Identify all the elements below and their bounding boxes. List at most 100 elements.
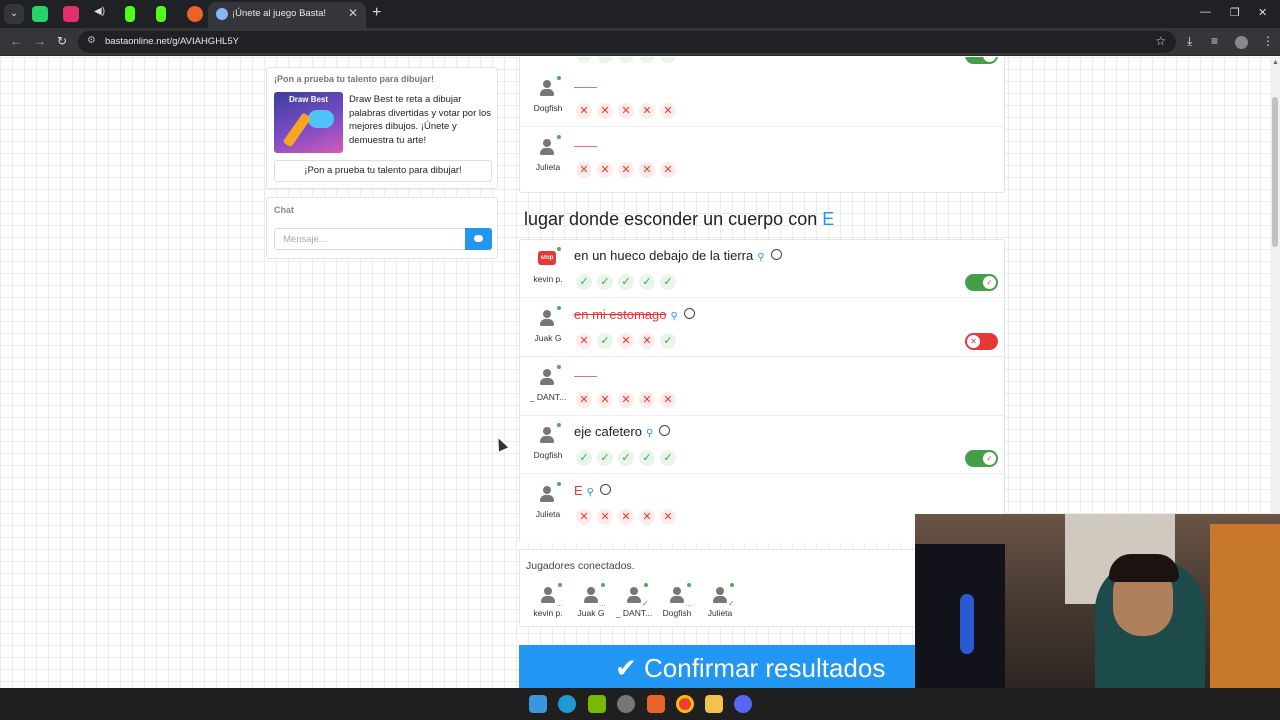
close-window-icon[interactable]: ✕: [1258, 6, 1267, 19]
search-icon[interactable]: ⚲: [587, 487, 594, 498]
kick-tab-icon-2[interactable]: [156, 6, 166, 22]
file-explorer-icon[interactable]: [705, 695, 723, 713]
valid-toggle[interactable]: ✕: [965, 333, 998, 350]
vote-no-icon[interactable]: ✕: [639, 103, 655, 119]
chat-message-input[interactable]: Mensaje...: [274, 228, 466, 250]
vote-ok-icon[interactable]: ✓: [660, 450, 676, 466]
scrollbar-thumb[interactable]: [1272, 97, 1278, 247]
windows-start-icon[interactable]: [529, 695, 547, 713]
vote-no-icon[interactable]: ✕: [660, 509, 676, 525]
vote-no-icon[interactable]: ✕: [618, 103, 634, 119]
vote-ok-icon[interactable]: ✓: [660, 274, 676, 290]
new-tab-button[interactable]: +: [372, 4, 381, 22]
kick-tab-icon[interactable]: [125, 6, 135, 22]
scroll-up-icon[interactable]: ▲: [1272, 59, 1279, 66]
vote-ok-icon[interactable]: ✓: [597, 333, 613, 349]
valid-toggle[interactable]: ✓: [965, 57, 998, 64]
profile-avatar-icon[interactable]: [1235, 36, 1248, 49]
valid-toggle[interactable]: ✓: [965, 274, 998, 291]
confirm-results-button[interactable]: ✔ Confirmar resultados: [519, 645, 919, 688]
bookmark-star-icon[interactable]: ☆: [1155, 34, 1166, 48]
edge-icon[interactable]: [558, 695, 576, 713]
avatar: stop: [536, 247, 561, 270]
vote-no-icon[interactable]: ✕: [660, 103, 676, 119]
vote-no-icon[interactable]: ✕: [660, 162, 676, 178]
vote-ok-icon[interactable]: ✓: [639, 450, 655, 466]
speaker-tab-icon[interactable]: ◀): [94, 6, 110, 22]
chat-send-button[interactable]: [465, 228, 492, 250]
vote-no-icon[interactable]: ✕: [618, 333, 634, 349]
tab-basta[interactable]: ¡Únete al juego Basta! ✕: [208, 2, 366, 28]
menu-kebab-icon[interactable]: ⋮: [1262, 34, 1274, 48]
download-icon[interactable]: ⤓: [1187, 34, 1192, 49]
vote-no-icon[interactable]: ✕: [597, 392, 613, 408]
vote-ok-icon[interactable]: ✓: [660, 333, 676, 349]
empty-answer: [574, 376, 597, 377]
vote-ok-icon[interactable]: ✓: [618, 274, 634, 290]
maximize-icon[interactable]: ❐: [1230, 6, 1240, 19]
vote-no-icon[interactable]: ✕: [576, 509, 592, 525]
answer-text: eje cafetero: [574, 424, 642, 439]
search-icon[interactable]: ⚲: [757, 252, 764, 263]
connected-player[interactable]: ✓ _ DANT...: [612, 583, 656, 624]
app-icon[interactable]: [647, 695, 665, 713]
vote-ok-icon[interactable]: ✓: [618, 450, 634, 466]
search-icon[interactable]: ⚲: [646, 428, 653, 439]
vote-ok-icon[interactable]: ✓: [576, 450, 592, 466]
vote-no-icon[interactable]: ✕: [639, 333, 655, 349]
emoji-react-icon[interactable]: [600, 484, 611, 495]
whatsapp-tab-icon[interactable]: [32, 6, 48, 22]
vote-no-icon[interactable]: ✕: [639, 162, 655, 178]
vote-no-icon[interactable]: ✕: [618, 509, 634, 525]
vote-no-icon[interactable]: ✕: [597, 103, 613, 119]
obs-icon[interactable]: [617, 695, 635, 713]
minimize-icon[interactable]: —: [1200, 6, 1211, 18]
player-status: ...: [556, 599, 563, 608]
emoji-react-icon[interactable]: [770, 249, 782, 260]
url-bar[interactable]: ⚙ bastaonline.net/g/AVIAHGHL5Y ☆: [78, 31, 1176, 53]
connected-player[interactable]: ✓ Julieta: [698, 583, 742, 624]
back-icon[interactable]: ←: [10, 34, 22, 48]
vote-no-icon[interactable]: ✕: [639, 392, 655, 408]
reload-icon[interactable]: ↻: [57, 34, 67, 48]
emoji-react-icon[interactable]: [683, 308, 695, 319]
connected-player[interactable]: ... Juak G: [569, 583, 613, 624]
player-status: ✓: [728, 599, 735, 608]
vote-no-icon[interactable]: ✕: [597, 162, 613, 178]
vote-ok-icon[interactable]: ✓: [597, 450, 613, 466]
vote-no-icon[interactable]: ✕: [618, 162, 634, 178]
promo-button[interactable]: ¡Pon a prueba tu talento para dibujar!: [274, 160, 492, 182]
app-tab-icon[interactable]: [187, 6, 203, 22]
vote-ok-icon[interactable]: ✓: [576, 274, 592, 290]
vote-no-icon[interactable]: ✕: [576, 333, 592, 349]
vote-ok-icon[interactable]: ✓: [639, 274, 655, 290]
vote-no-icon[interactable]: ✕: [639, 509, 655, 525]
previous-category-card: ✓ ✓ ✓ ✓ ✓ ✓ Dogfish ✕ ✕ ✕ ✕ ✕ Julieta: [519, 57, 1005, 193]
vote-no-icon[interactable]: ✕: [576, 162, 592, 178]
avatar: [536, 76, 561, 99]
chrome-icon[interactable]: [676, 695, 694, 713]
vote-no-icon[interactable]: ✕: [660, 392, 676, 408]
promo-heading: ¡Pon a prueba tu talento para dibujar!: [274, 74, 435, 84]
vote-ok-icon[interactable]: ✓: [597, 274, 613, 290]
site-info-icon[interactable]: ⚙: [87, 35, 96, 46]
valid-toggle[interactable]: ✓: [965, 450, 998, 467]
answer-row: Juak G en mi estomago ⚲ ✕ ✓ ✕ ✕ ✓ ✕: [520, 299, 1004, 357]
forward-icon[interactable]: →: [34, 34, 46, 48]
discord-icon[interactable]: [734, 695, 752, 713]
connected-player[interactable]: ... kevin p.: [526, 583, 570, 624]
tab-close-icon[interactable]: ✕: [348, 6, 358, 20]
emoji-react-icon[interactable]: [659, 425, 671, 436]
draw-best-image[interactable]: Draw Best: [274, 92, 343, 153]
tab-search-menu-icon[interactable]: ≡: [1211, 34, 1218, 48]
tab-search-icon[interactable]: ⌄: [4, 4, 24, 24]
connected-player[interactable]: ... Dogfish: [655, 583, 699, 624]
nvidia-icon[interactable]: [588, 695, 606, 713]
vote-no-icon[interactable]: ✕: [576, 103, 592, 119]
instagram-tab-icon[interactable]: [63, 6, 79, 22]
search-icon[interactable]: ⚲: [671, 311, 678, 322]
mouse-cursor-icon: [493, 436, 509, 452]
vote-no-icon[interactable]: ✕: [576, 392, 592, 408]
vote-no-icon[interactable]: ✕: [618, 392, 634, 408]
vote-no-icon[interactable]: ✕: [597, 509, 613, 525]
